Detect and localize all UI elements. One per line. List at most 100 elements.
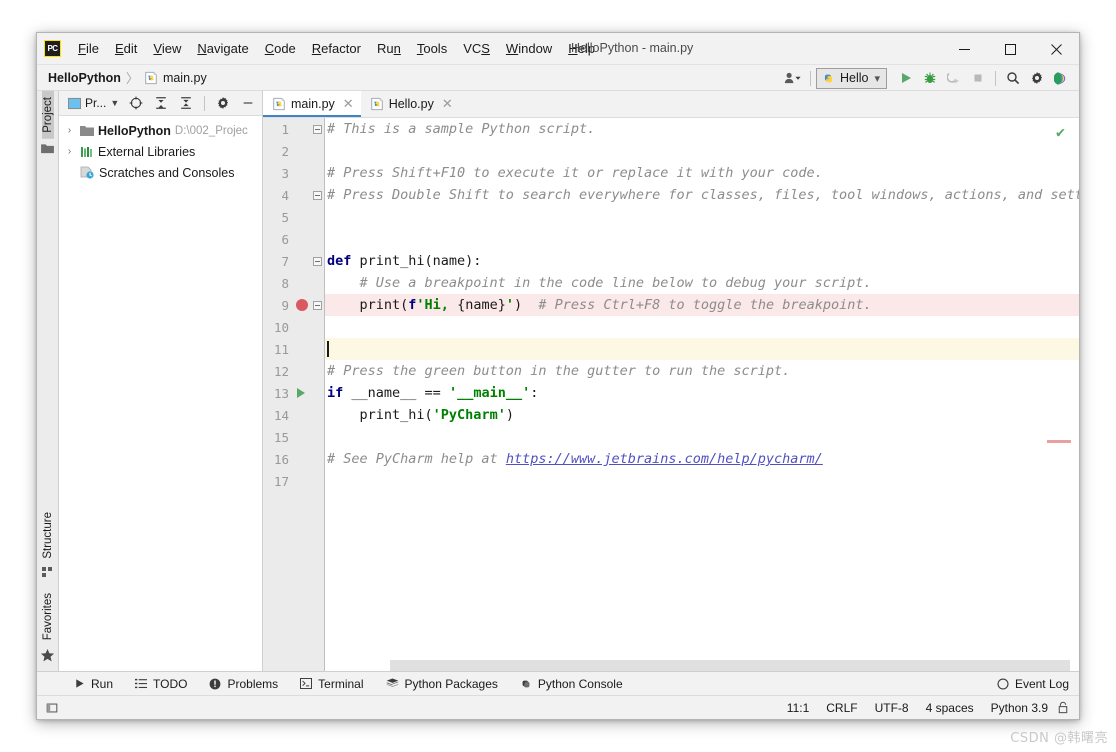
- menu-item-refactor[interactable]: Refactor: [304, 38, 369, 59]
- menu-item-code[interactable]: Code: [257, 38, 304, 59]
- breadcrumb-file[interactable]: main.py: [144, 71, 207, 85]
- code-editor[interactable]: # This is a sample Python script. # Press…: [325, 118, 1079, 671]
- tool-window-button-python-console[interactable]: Python Console: [509, 674, 634, 694]
- sidebar-item-structure[interactable]: Structure: [42, 506, 54, 565]
- gutter-row[interactable]: 9: [263, 294, 325, 316]
- gutter-row[interactable]: 4: [263, 184, 325, 206]
- gutter-row[interactable]: 1: [263, 118, 325, 140]
- inspection-ok-icon[interactable]: ✔: [1056, 123, 1065, 141]
- close-icon[interactable]: ✕: [442, 96, 453, 112]
- tree-node[interactable]: › HelloPython D:\002_Projec: [59, 120, 262, 141]
- code-line[interactable]: print(f 'Hi, {name} ') # Press Ctrl+F8 to …: [325, 294, 1079, 316]
- code-line[interactable]: [325, 316, 1079, 338]
- chevron-right-icon[interactable]: ›: [63, 125, 76, 136]
- breadcrumb-project[interactable]: HelloPython: [48, 71, 121, 85]
- tool-window-button-run[interactable]: Run: [63, 674, 124, 694]
- gutter-row[interactable]: 17: [263, 470, 325, 492]
- file-encoding[interactable]: UTF-8: [875, 701, 909, 715]
- close-icon[interactable]: ✕: [343, 96, 354, 112]
- code-line[interactable]: [325, 470, 1079, 492]
- tool-window-button-terminal[interactable]: Terminal: [289, 674, 374, 694]
- code-folding-icon[interactable]: [313, 256, 322, 266]
- line-separator[interactable]: CRLF: [826, 701, 857, 715]
- code-line[interactable]: # Press the green button in the gutter t…: [325, 360, 1079, 382]
- collapse-all-icon[interactable]: [174, 92, 198, 114]
- editor-tab[interactable]: Hello.py ✕: [361, 91, 460, 117]
- search-icon[interactable]: [1001, 67, 1025, 89]
- menu-item-view[interactable]: View: [145, 38, 189, 59]
- python-interpreter[interactable]: Python 3.9: [991, 701, 1048, 715]
- gutter-row[interactable]: 2: [263, 140, 325, 162]
- vcs-user-icon[interactable]: [781, 67, 805, 89]
- code-folding-icon[interactable]: [313, 300, 322, 310]
- tool-window-button-todo[interactable]: TODO: [124, 674, 198, 694]
- code-line[interactable]: # Press Shift+F10 to execute it or repla…: [325, 162, 1079, 184]
- editor-horizontal-scrollbar[interactable]: [325, 660, 1079, 671]
- project-tree[interactable]: › HelloPython D:\002_Projec › External Libra…: [59, 116, 262, 671]
- code-line[interactable]: def print_hi(name):: [325, 250, 1079, 272]
- maximize-button[interactable]: [987, 33, 1033, 65]
- stop-button[interactable]: [966, 67, 990, 89]
- menu-item-edit[interactable]: Edit: [107, 38, 145, 59]
- expand-all-icon[interactable]: [149, 92, 173, 114]
- select-opened-file-icon[interactable]: [124, 92, 148, 114]
- gutter-row[interactable]: 16: [263, 448, 325, 470]
- close-button[interactable]: [1033, 33, 1079, 65]
- code-line[interactable]: # Use a breakpoint in the code line belo…: [325, 272, 1079, 294]
- code-folding-icon[interactable]: [313, 124, 322, 134]
- run-with-coverage-button[interactable]: [942, 67, 966, 89]
- gutter-row[interactable]: 12: [263, 360, 325, 382]
- menu-item-file[interactable]: File: [70, 38, 107, 59]
- code-line[interactable]: [325, 140, 1079, 162]
- code-line[interactable]: # This is a sample Python script.: [325, 118, 1079, 140]
- gutter-row[interactable]: 10: [263, 316, 325, 338]
- scrollbar-error-marker[interactable]: [1047, 440, 1071, 443]
- run-configuration-selector[interactable]: Hello ▾: [815, 67, 887, 89]
- sidebar-item-favorites[interactable]: Favorites: [42, 587, 54, 646]
- menu-item-run[interactable]: Run: [369, 38, 409, 59]
- editor-tab[interactable]: main.py ✕: [263, 91, 361, 117]
- project-view-selector[interactable]: Pr... ▼: [64, 94, 123, 112]
- code-line[interactable]: print_hi('PyCharm'): [325, 404, 1079, 426]
- run-gutter-icon[interactable]: [297, 388, 305, 398]
- gutter-row[interactable]: 15: [263, 426, 325, 448]
- gutter-row[interactable]: 8: [263, 272, 325, 294]
- search-everywhere-icon[interactable]: [1049, 67, 1073, 89]
- editor-gutter[interactable]: 1 2 3 4 5 6 7 8 9 10 11 12 13 14 15 16 17: [263, 118, 325, 671]
- toggle-toolwindows-icon[interactable]: [45, 701, 59, 715]
- breakpoint-icon[interactable]: [296, 299, 308, 311]
- code-line[interactable]: # See PyCharm help at https://www.jetbra…: [325, 448, 1079, 470]
- run-button[interactable]: [894, 67, 918, 89]
- project-settings-gear-icon[interactable]: [211, 92, 235, 114]
- code-line[interactable]: # Press Double Shift to search everywher…: [325, 184, 1079, 206]
- gutter-row[interactable]: 6: [263, 228, 325, 250]
- menu-item-navigate[interactable]: Navigate: [189, 38, 256, 59]
- menu-item-vcs[interactable]: VCS: [455, 38, 498, 59]
- tree-node[interactable]: Scratches and Consoles: [59, 162, 262, 183]
- gutter-row[interactable]: 5: [263, 206, 325, 228]
- gear-icon[interactable]: [1025, 67, 1049, 89]
- gutter-row[interactable]: 7: [263, 250, 325, 272]
- caret-position[interactable]: 11:1: [787, 701, 809, 715]
- code-line[interactable]: [325, 228, 1079, 250]
- gutter-row[interactable]: 14: [263, 404, 325, 426]
- code-line[interactable]: if __name__ == '__main__':: [325, 382, 1079, 404]
- gutter-row[interactable]: 3: [263, 162, 325, 184]
- chevron-right-icon[interactable]: ›: [63, 146, 76, 157]
- menu-item-tools[interactable]: Tools: [409, 38, 455, 59]
- code-folding-icon[interactable]: [313, 190, 322, 200]
- lock-icon[interactable]: [1057, 701, 1069, 714]
- tree-node[interactable]: › External Libraries: [59, 141, 262, 162]
- code-line[interactable]: [325, 206, 1079, 228]
- code-line[interactable]: [325, 426, 1079, 448]
- minimize-button[interactable]: [941, 33, 987, 65]
- sidebar-item-project[interactable]: Project: [41, 91, 54, 139]
- tool-window-button-problems[interactable]: Problems: [198, 674, 289, 694]
- gutter-row[interactable]: 13: [263, 382, 325, 404]
- event-log-button[interactable]: Event Log: [997, 677, 1069, 691]
- hide-panel-icon[interactable]: [236, 92, 260, 114]
- indent-setting[interactable]: 4 spaces: [926, 701, 974, 715]
- tool-window-button-python-packages[interactable]: Python Packages: [375, 674, 509, 694]
- menu-item-window[interactable]: Window: [498, 38, 560, 59]
- gutter-row[interactable]: 11: [263, 338, 325, 360]
